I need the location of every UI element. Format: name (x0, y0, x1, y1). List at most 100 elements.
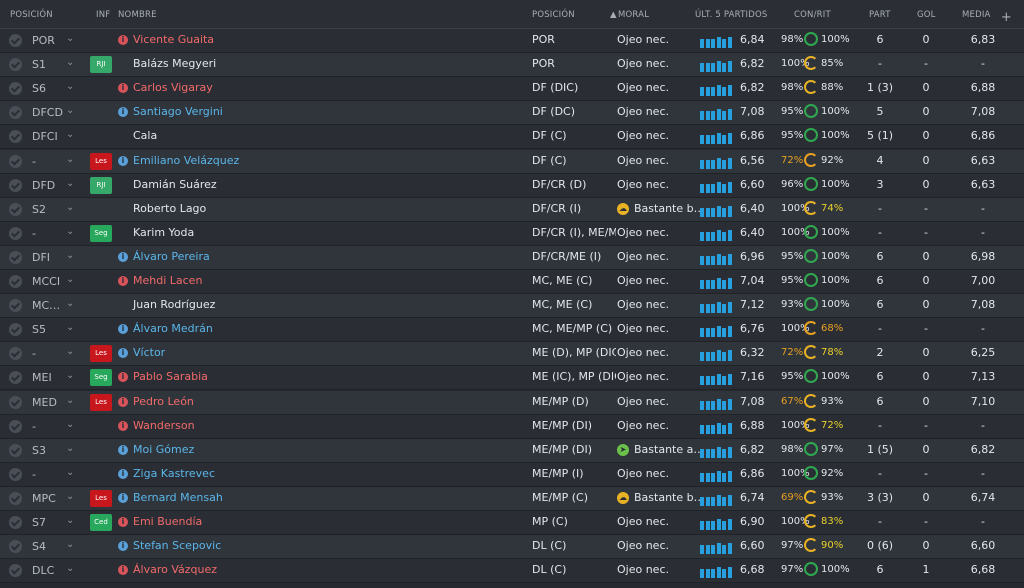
check-icon[interactable] (9, 491, 22, 505)
position-select[interactable]: MC… (32, 299, 68, 312)
player-name[interactable]: Bernard Mensah (133, 491, 223, 504)
check-icon[interactable] (9, 154, 22, 168)
chevron-down-icon[interactable]: ⌄ (66, 467, 74, 478)
check-icon[interactable] (9, 467, 22, 481)
player-name[interactable]: Carlos Vigaray (133, 81, 213, 94)
check-icon[interactable] (9, 106, 22, 120)
info-icon[interactable]: i (118, 107, 128, 118)
player-name[interactable]: Pablo Sarabia (133, 370, 208, 383)
position-select[interactable]: DFI (32, 251, 68, 264)
check-icon[interactable] (9, 130, 22, 144)
chevron-down-icon[interactable]: ⌄ (66, 419, 74, 430)
col-moral[interactable]: MORAL (618, 10, 649, 20)
position-select[interactable]: DFCI (32, 130, 68, 143)
info-icon[interactable]: i (118, 35, 128, 45)
col-inf[interactable]: INF (96, 10, 110, 20)
position-select[interactable]: - (32, 227, 68, 240)
chevron-down-icon[interactable]: ⌄ (66, 57, 74, 68)
chevron-down-icon[interactable]: ⌄ (66, 346, 74, 357)
table-row[interactable]: - ⌄ Les i Víctor ME (D), MP (DIC) Ojeo nec. 6,3… (0, 342, 1024, 367)
chevron-down-icon[interactable]: ⌄ (66, 395, 74, 406)
chevron-down-icon[interactable]: ⌄ (66, 515, 74, 526)
player-name[interactable]: Cala (133, 129, 157, 142)
table-row[interactable]: S3 ⌄ i Moi Gómez ME/MP (DI) ➤ Bastante a… 6,82 9… (0, 438, 1024, 463)
check-icon[interactable] (9, 250, 22, 264)
check-icon[interactable] (9, 516, 22, 529)
info-icon[interactable]: i (118, 565, 128, 576)
table-row[interactable]: S4 ⌄ i Stefan Scepovic DL (C) Ojeo nec. 6,60 97… (0, 535, 1024, 560)
position-select[interactable]: DFD (32, 179, 68, 192)
player-name[interactable]: Damián Suárez (133, 178, 217, 191)
check-icon[interactable] (9, 347, 22, 361)
position-select[interactable]: POR (32, 34, 68, 47)
chevron-down-icon[interactable]: ⌄ (66, 563, 74, 574)
check-icon[interactable] (9, 226, 22, 240)
position-select[interactable]: MCCI (32, 275, 68, 288)
player-name[interactable]: Álvaro Vázquez (133, 563, 217, 576)
chevron-down-icon[interactable]: ⌄ (66, 178, 74, 189)
check-icon[interactable] (9, 82, 22, 96)
position-select[interactable]: - (32, 468, 68, 481)
chevron-down-icon[interactable]: ⌄ (66, 226, 74, 237)
table-row[interactable]: MED ⌄ Les i Pedro León ME/MP (D) Ojeo nec. 7,08… (0, 390, 1024, 415)
player-name[interactable]: Emi Buendía (133, 515, 202, 528)
chevron-down-icon[interactable]: ⌄ (66, 322, 74, 333)
info-icon[interactable]: i (118, 276, 128, 286)
table-row[interactable]: POR ⌄ i Vicente Guaita POR Ojeo nec. 6,84 98% 10… (0, 29, 1024, 53)
position-select[interactable]: DFCD (32, 106, 68, 119)
add-column-icon[interactable]: + (1001, 10, 1012, 25)
col-part[interactable]: PART (869, 10, 891, 20)
info-icon[interactable]: i (118, 468, 128, 479)
col-nombre[interactable]: NOMBRE (118, 10, 157, 20)
info-icon[interactable]: i (118, 492, 128, 503)
table-row[interactable]: DFI ⌄ i Álvaro Pereira DF/CR/ME (I) Ojeo nec.… (0, 245, 1024, 270)
table-row[interactable]: DFCI ⌄ Cala DF (C) Ojeo nec. 6,86 95% 100% 5 (1)… (0, 125, 1024, 150)
chevron-down-icon[interactable]: ⌄ (66, 539, 74, 550)
player-name[interactable]: Roberto Lago (133, 202, 206, 215)
table-row[interactable]: S2 ⌄ Roberto Lago DF/CR (I) ☁ Bastante b… 6,40… (0, 197, 1024, 222)
table-row[interactable]: DLC ⌄ i Álvaro Vázquez DL (C) Ojeo nec. 6,68 97… (0, 559, 1024, 584)
table-row[interactable]: MPC ⌄ Les i Bernard Mensah ME/MP (C) ☁ Bastante… (0, 486, 1024, 511)
col-gol[interactable]: GOL (917, 10, 936, 20)
table-row[interactable]: DFD ⌄ RJI Damián Suárez DF/CR (D) Ojeo nec. 6,… (0, 173, 1024, 198)
chevron-down-icon[interactable]: ⌄ (66, 491, 74, 502)
info-icon[interactable]: i (118, 348, 128, 359)
info-icon[interactable]: i (118, 251, 128, 262)
player-name[interactable]: Santiago Vergini (133, 105, 223, 118)
position-select[interactable]: S6 (32, 82, 68, 95)
chevron-down-icon[interactable]: ⌄ (66, 370, 74, 381)
player-name[interactable]: Vicente Guaita (133, 33, 214, 46)
table-row[interactable]: S1 ⌄ RJI Balázs Megyeri POR Ojeo nec. 6,82 100%… (0, 53, 1024, 78)
check-icon[interactable] (9, 371, 22, 385)
position-select[interactable]: MED (32, 396, 68, 409)
position-select[interactable]: - (32, 420, 68, 433)
info-icon[interactable]: i (118, 324, 128, 335)
check-icon[interactable] (9, 323, 22, 337)
info-icon[interactable]: i (118, 372, 128, 383)
check-icon[interactable] (9, 564, 22, 578)
player-name[interactable]: Ziga Kastrevec (133, 467, 215, 480)
table-row[interactable]: S5 ⌄ i Álvaro Medrán MC, ME/MP (C) Ojeo nec. 6… (0, 318, 1024, 343)
info-icon[interactable]: i (118, 517, 128, 527)
info-icon[interactable]: i (118, 420, 128, 431)
col-posicion-2[interactable]: POSICIÓN (532, 10, 575, 20)
position-select[interactable]: S4 (32, 540, 68, 553)
player-name[interactable]: Balázs Megyeri (133, 57, 216, 70)
chevron-down-icon[interactable]: ⌄ (66, 274, 74, 285)
player-name[interactable]: Emiliano Velázquez (133, 154, 239, 167)
player-name[interactable]: Moi Gómez (133, 443, 194, 456)
position-select[interactable]: S5 (32, 323, 68, 336)
check-icon[interactable] (9, 202, 22, 216)
position-select[interactable]: MEI (32, 371, 68, 384)
table-row[interactable]: MEI⌄ Segi Pablo Sarabia ME (IC), MP (DIC)Oj… (0, 366, 1024, 391)
table-row[interactable]: MC… ⌄ Juan Rodríguez MC, ME (C) Ojeo nec. 7,1… (0, 294, 1024, 319)
player-name[interactable]: Juan Rodríguez (133, 298, 215, 311)
position-select[interactable]: S1 (32, 58, 68, 71)
check-icon[interactable] (9, 419, 22, 433)
player-name[interactable]: Wanderson (133, 419, 195, 432)
check-icon[interactable] (9, 34, 22, 47)
table-row[interactable]: S6 ⌄ i Carlos Vigaray DF (DIC) Ojeo nec. 6,82 9… (0, 77, 1024, 102)
check-icon[interactable] (9, 275, 22, 288)
col-ult5[interactable]: ÚLT. 5 PARTIDOS (695, 10, 768, 20)
info-icon[interactable]: i (118, 541, 128, 552)
